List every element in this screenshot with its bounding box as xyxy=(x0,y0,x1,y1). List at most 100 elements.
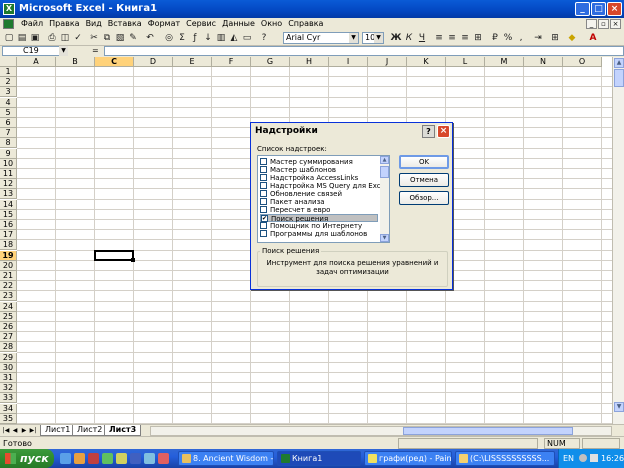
menu-view[interactable]: Вид xyxy=(83,18,105,30)
row-header-22[interactable]: 22 xyxy=(0,281,17,292)
open-icon[interactable]: ▤ xyxy=(16,32,28,44)
row-header-16[interactable]: 16 xyxy=(0,220,17,230)
list-item[interactable]: Надстройка AccessLinks xyxy=(260,174,378,182)
align-right-icon[interactable]: ≡ xyxy=(459,32,471,44)
chart-wizard-icon[interactable]: ▥ xyxy=(215,32,227,44)
list-item[interactable]: Программы для шаблонов xyxy=(260,230,378,238)
drawing-icon[interactable]: ◭ xyxy=(228,32,240,44)
row-header-14[interactable]: 14 xyxy=(0,199,17,210)
minimize-button[interactable]: _ xyxy=(575,2,590,16)
tray-icon[interactable] xyxy=(579,454,587,462)
workbook-minimize-button[interactable]: _ xyxy=(586,19,597,29)
sheet-tab-2[interactable]: Лист2 xyxy=(72,425,108,436)
underline-icon[interactable]: Ч xyxy=(416,32,428,44)
bold-icon[interactable]: Ж xyxy=(390,32,402,44)
row-header-9[interactable]: 9 xyxy=(0,148,17,159)
merge-center-icon[interactable]: ⊞ xyxy=(472,32,484,44)
row-header-19[interactable]: 19 xyxy=(0,250,17,261)
list-item[interactable]: Обновление связей xyxy=(260,190,378,198)
formula-input[interactable] xyxy=(104,46,624,56)
cancel-button[interactable]: Отмена xyxy=(399,173,449,187)
column-header-e[interactable]: E xyxy=(173,57,212,67)
row-header-29[interactable]: 29 xyxy=(0,352,17,363)
maximize-button[interactable]: □ xyxy=(591,2,606,16)
row-header-23[interactable]: 23 xyxy=(0,291,17,302)
font-name-select[interactable]: Arial Cyr ▼ xyxy=(283,32,359,44)
vertical-scrollbar[interactable]: ▲ ▼ xyxy=(612,57,624,424)
copy-icon[interactable]: ⧉ xyxy=(101,32,113,44)
task-excel[interactable]: Книга1 xyxy=(277,451,361,466)
menu-insert[interactable]: Вставка xyxy=(105,18,145,30)
quicklaunch-media-icon[interactable] xyxy=(102,453,113,464)
task-ancient-wisdom[interactable]: 8. Ancient Wisdom -... xyxy=(178,451,274,466)
scroll-thumb[interactable] xyxy=(614,69,624,87)
new-icon[interactable]: ▢ xyxy=(3,32,15,44)
list-scrollbar[interactable]: ▲ ▼ xyxy=(380,156,389,242)
menu-edit[interactable]: Правка xyxy=(46,18,82,30)
column-header-k[interactable]: K xyxy=(407,57,446,67)
row-header-18[interactable]: 18 xyxy=(0,240,17,251)
row-header-13[interactable]: 13 xyxy=(0,189,17,200)
row-header-8[interactable]: 8 xyxy=(0,138,17,149)
thousands-icon[interactable]: , xyxy=(515,32,527,44)
quicklaunch-word-icon[interactable] xyxy=(130,453,141,464)
row-header-33[interactable]: 33 xyxy=(0,393,17,404)
checkbox[interactable] xyxy=(260,174,267,181)
checkbox[interactable] xyxy=(260,166,267,173)
column-header-j[interactable]: J xyxy=(368,57,407,67)
row-header-10[interactable]: 10 xyxy=(0,158,17,169)
menu-format[interactable]: Формат xyxy=(145,18,183,30)
column-header-b[interactable]: B xyxy=(56,57,95,67)
list-item[interactable]: Мастер шаблонов xyxy=(260,166,378,174)
scroll-down-button[interactable]: ▼ xyxy=(380,234,389,242)
checkbox[interactable] xyxy=(260,230,267,237)
name-box[interactable]: C19 ▼ xyxy=(2,46,68,56)
menu-help[interactable]: Справка xyxy=(285,18,326,30)
scroll-up-button[interactable]: ▲ xyxy=(380,156,389,164)
fill-handle[interactable] xyxy=(131,257,135,262)
font-size-select[interactable]: 10 ▼ xyxy=(362,32,384,44)
workbook-close-button[interactable]: × xyxy=(610,19,621,29)
row-header-34[interactable]: 34 xyxy=(0,403,17,414)
sort-asc-icon[interactable]: ↓ xyxy=(202,32,214,44)
checkbox[interactable] xyxy=(260,198,267,205)
column-header-o[interactable]: O xyxy=(563,57,602,67)
menu-file[interactable]: Файл xyxy=(18,18,46,30)
workbook-icon[interactable] xyxy=(3,19,14,29)
quicklaunch-ie-icon[interactable] xyxy=(144,453,155,464)
column-header-f[interactable]: F xyxy=(212,57,251,67)
dialog-close-button[interactable]: × xyxy=(437,125,450,138)
paste-icon[interactable]: ▧ xyxy=(114,32,126,44)
checkbox[interactable] xyxy=(260,158,267,165)
row-header-17[interactable]: 17 xyxy=(0,230,17,241)
horizontal-scrollbar[interactable] xyxy=(150,426,612,436)
zoom-icon[interactable]: ▭ xyxy=(241,32,253,44)
list-item-selected[interactable]: ✔ Поиск решения xyxy=(260,214,378,223)
task-paint[interactable]: графи(ред) - Paint xyxy=(364,451,452,466)
format-painter-icon[interactable]: ✎ xyxy=(127,32,139,44)
autosum-icon[interactable]: Σ xyxy=(176,32,188,44)
column-header-g[interactable]: G xyxy=(251,57,290,67)
row-header-35[interactable]: 35 xyxy=(0,413,17,424)
hyperlink-icon[interactable]: ◎ xyxy=(163,32,175,44)
row-header-15[interactable]: 15 xyxy=(0,209,17,220)
next-sheet-button[interactable]: ▶ xyxy=(20,426,28,435)
currency-icon[interactable]: ₽ xyxy=(489,32,501,44)
quicklaunch-desktop-icon[interactable] xyxy=(60,453,71,464)
quicklaunch-folder-icon[interactable] xyxy=(116,453,127,464)
save-icon[interactable]: ▣ xyxy=(29,32,41,44)
sheet-tab-3[interactable]: Лист3 xyxy=(104,425,142,436)
quicklaunch-extra-icon[interactable] xyxy=(158,453,169,464)
chevron-down-icon[interactable]: ▼ xyxy=(59,46,68,56)
last-sheet-button[interactable]: ▶| xyxy=(29,426,37,435)
function-icon[interactable]: ƒ xyxy=(189,32,201,44)
sheet-tab-1[interactable]: Лист1 xyxy=(40,425,76,436)
column-header-d[interactable]: D xyxy=(134,57,173,67)
italic-icon[interactable]: К xyxy=(403,32,415,44)
undo-icon[interactable]: ↶ xyxy=(144,32,156,44)
first-sheet-button[interactable]: |◀ xyxy=(2,426,10,435)
workbook-restore-button[interactable]: ▫ xyxy=(598,19,609,29)
row-header-25[interactable]: 25 xyxy=(0,311,17,322)
help-button[interactable]: ? xyxy=(422,125,435,138)
row-header-12[interactable]: 12 xyxy=(0,179,17,190)
